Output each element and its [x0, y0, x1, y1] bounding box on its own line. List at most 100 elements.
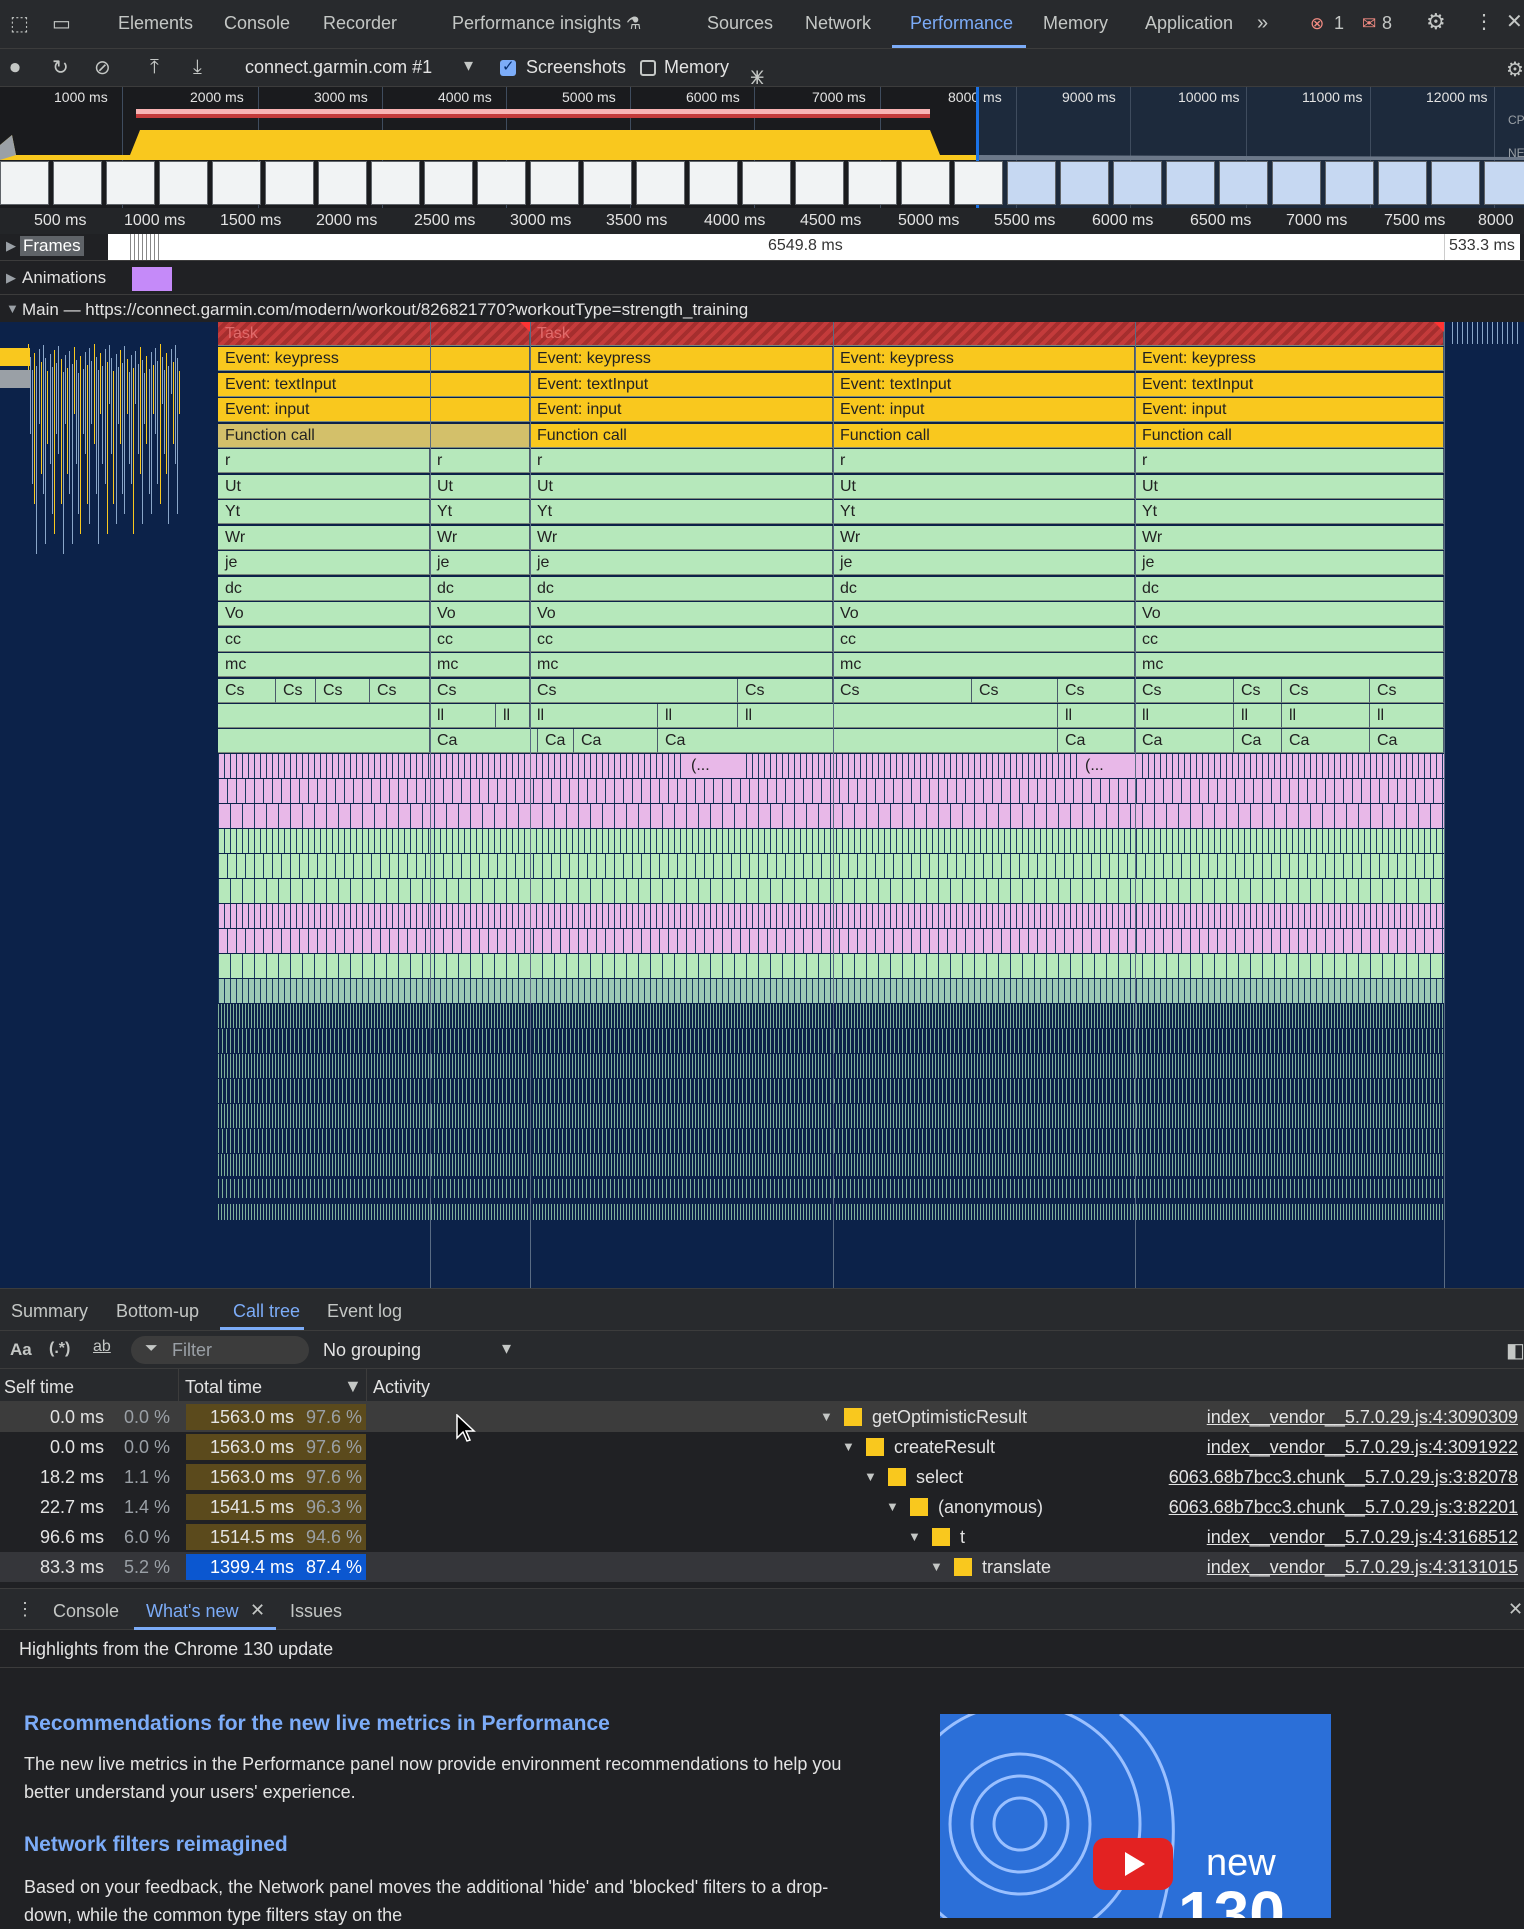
flame-stack-block[interactable]: dc [1135, 576, 1444, 601]
flame-stack-block[interactable]: Wr [530, 525, 833, 550]
record-icon[interactable]: ⏺ [10, 58, 20, 78]
chevron-down-icon[interactable]: ▾ [464, 55, 473, 76]
flame-deep-row[interactable] [218, 1004, 1444, 1028]
tab-application[interactable]: Application [1145, 13, 1233, 34]
flame-stack-block[interactable]: Vo [218, 602, 430, 626]
expand-arrow-icon[interactable]: ▼ [908, 1529, 921, 1544]
screenshot-thumbnail[interactable] [795, 161, 844, 205]
tab-memory[interactable]: Memory [1043, 13, 1108, 34]
flame-deep-row[interactable] [218, 1104, 1444, 1128]
table-row[interactable]: 96.6 ms 6.0 % 1514.5 ms 94.6 % ▼ t index__vend… [0, 1522, 1524, 1552]
flame-event-block[interactable]: Event: textInput [218, 372, 530, 397]
drawer-tab-whats-new[interactable]: What's new [146, 1601, 238, 1622]
flame-cs-block[interactable]: Cs [1058, 679, 1135, 703]
flame-stack-block[interactable]: r [833, 449, 1135, 473]
col-total-time[interactable]: Total time [185, 1377, 262, 1398]
flame-deep-row[interactable] [218, 1179, 1444, 1198]
filter-input[interactable]: ⏷ Filter [131, 1336, 309, 1364]
tab-sources[interactable]: Sources [707, 13, 773, 34]
flame-stack-block[interactable]: mc [218, 653, 430, 677]
task-block[interactable]: Task [530, 322, 1444, 346]
flame-ca-block[interactable]: Ca [1370, 729, 1444, 753]
flame-stack-block[interactable]: je [218, 551, 430, 575]
flame-event-block[interactable]: Function call [833, 423, 1135, 448]
screenshots-filmstrip[interactable] [0, 161, 1524, 207]
issue-icon[interactable]: ✉ [1362, 14, 1376, 34]
tab-event-log[interactable]: Event log [327, 1301, 402, 1322]
tab-bottom-up[interactable]: Bottom-up [116, 1301, 199, 1322]
flame-deep-row[interactable] [218, 1154, 1444, 1176]
flame-cs-block[interactable]: Cs [276, 679, 316, 703]
flame-cs-child[interactable] [218, 704, 430, 728]
expand-arrow-icon[interactable]: ▶ [6, 270, 16, 286]
flame-ll-block[interactable]: ll [1282, 704, 1370, 728]
main-thread-header[interactable]: ▼ Main — https://connect.garmin.com/mode… [0, 294, 1524, 322]
screenshot-thumbnail[interactable] [371, 161, 420, 205]
flame-stack-block[interactable]: mc [1135, 653, 1444, 677]
flame-deep-row[interactable] [218, 1029, 1444, 1053]
screenshot-thumbnail[interactable] [53, 161, 102, 205]
flame-stack-block[interactable]: Ut [833, 474, 1135, 499]
flame-left-event[interactable] [0, 348, 30, 366]
flame-ca-block[interactable]: Ca [430, 729, 538, 753]
flame-event-block[interactable]: Event: textInput [1135, 372, 1444, 397]
close-tab-icon[interactable]: ✕ [250, 1600, 265, 1621]
table-row[interactable]: 18.2 ms 1.1 % 1563.0 ms 97.6 % ▼ select 6063.6… [0, 1462, 1524, 1492]
flame-cs-block[interactable]: Cs [218, 679, 276, 703]
error-icon[interactable]: ⊗ [1310, 14, 1324, 34]
close-devtools-icon[interactable]: ✕ [1506, 12, 1523, 32]
flame-ll-block[interactable]: ll [738, 704, 1058, 728]
flame-stack-block[interactable]: cc [430, 627, 530, 652]
screenshot-thumbnail[interactable] [477, 161, 526, 205]
target-select[interactable]: connect.garmin.com #1 [245, 57, 432, 78]
flame-stack-block[interactable]: r [1135, 449, 1444, 473]
flame-stack-block[interactable]: dc [430, 576, 530, 601]
device-toolbar-icon[interactable]: ▭ [52, 14, 71, 34]
flame-stack-block[interactable]: Vo [833, 602, 1135, 626]
grouping-select[interactable]: No grouping [323, 1340, 421, 1361]
flame-cs-block[interactable]: Cs [1234, 679, 1282, 703]
tab-summary[interactable]: Summary [11, 1301, 88, 1322]
flame-ca-block[interactable]: Ca [1058, 729, 1135, 753]
table-row[interactable]: 0.0 ms 0.0 % 1563.0 ms 97.6 % ▼ getOptimistic… [0, 1402, 1524, 1432]
screenshot-thumbnail[interactable] [530, 161, 579, 205]
flame-event-block[interactable]: Event: textInput [833, 372, 1135, 397]
flame-cs-block[interactable]: Cs [430, 679, 530, 703]
flame-stack-block[interactable]: Vo [430, 602, 530, 626]
flame-stack-block[interactable]: Ut [218, 474, 430, 499]
flame-event-block[interactable]: Event: input [833, 398, 1135, 422]
animations-track[interactable]: ▶ Animations [0, 260, 1524, 294]
screenshot-thumbnail[interactable] [1484, 161, 1524, 205]
flame-stack-block[interactable]: mc [430, 653, 530, 677]
flame-stack-block[interactable]: dc [530, 576, 833, 601]
collapse-arrow-icon[interactable]: ▼ [6, 301, 19, 316]
flame-stack-block[interactable]: Wr [218, 525, 430, 550]
flame-stack-block[interactable]: r [530, 449, 833, 473]
screenshot-thumbnail[interactable] [0, 161, 49, 205]
inspect-element-icon[interactable]: ⬚ [10, 14, 29, 34]
flame-ca-block[interactable]: Ca [574, 729, 658, 753]
flame-ca-block[interactable]: Ca [658, 729, 1058, 753]
expand-arrow-icon[interactable]: ▼ [886, 1499, 899, 1514]
flame-cs-block[interactable]: Cs [738, 679, 833, 703]
source-link[interactable]: 6063.68b7bcc3.chunk__5.7.0.29.js:3:82201 [1169, 1497, 1518, 1518]
settings-gear-icon[interactable]: ⚙ [1426, 11, 1446, 33]
screenshot-thumbnail[interactable] [689, 161, 738, 205]
flame-stack-block[interactable]: je [833, 551, 1135, 575]
flame-stack-block[interactable]: r [430, 449, 530, 473]
flame-cs-block[interactable]: Cs [1370, 679, 1444, 703]
flame-ca-block[interactable]: Ca [1234, 729, 1282, 753]
source-link[interactable]: 6063.68b7bcc3.chunk__5.7.0.29.js:3:82078 [1169, 1467, 1518, 1488]
screenshot-thumbnail[interactable] [1431, 161, 1480, 205]
flame-event-block[interactable]: Event: input [1135, 398, 1444, 422]
table-row[interactable]: 0.0 ms 0.0 % 1563.0 ms 97.6 % ▼ createResult i… [0, 1432, 1524, 1462]
flame-stack-block[interactable]: Yt [430, 500, 530, 524]
flame-stack-block[interactable]: r [218, 449, 430, 473]
screenshot-thumbnail[interactable] [583, 161, 632, 205]
screenshot-thumbnail[interactable] [1325, 161, 1374, 205]
flame-ca-block[interactable]: Ca [1135, 729, 1234, 753]
more-options-icon[interactable]: ⋮ [1474, 12, 1494, 32]
match-case-toggle[interactable]: Aa [10, 1340, 32, 1360]
toggle-sidebar-icon[interactable]: ◧ [1506, 1338, 1524, 1363]
regex-toggle[interactable]: (.*) [49, 1340, 70, 1358]
